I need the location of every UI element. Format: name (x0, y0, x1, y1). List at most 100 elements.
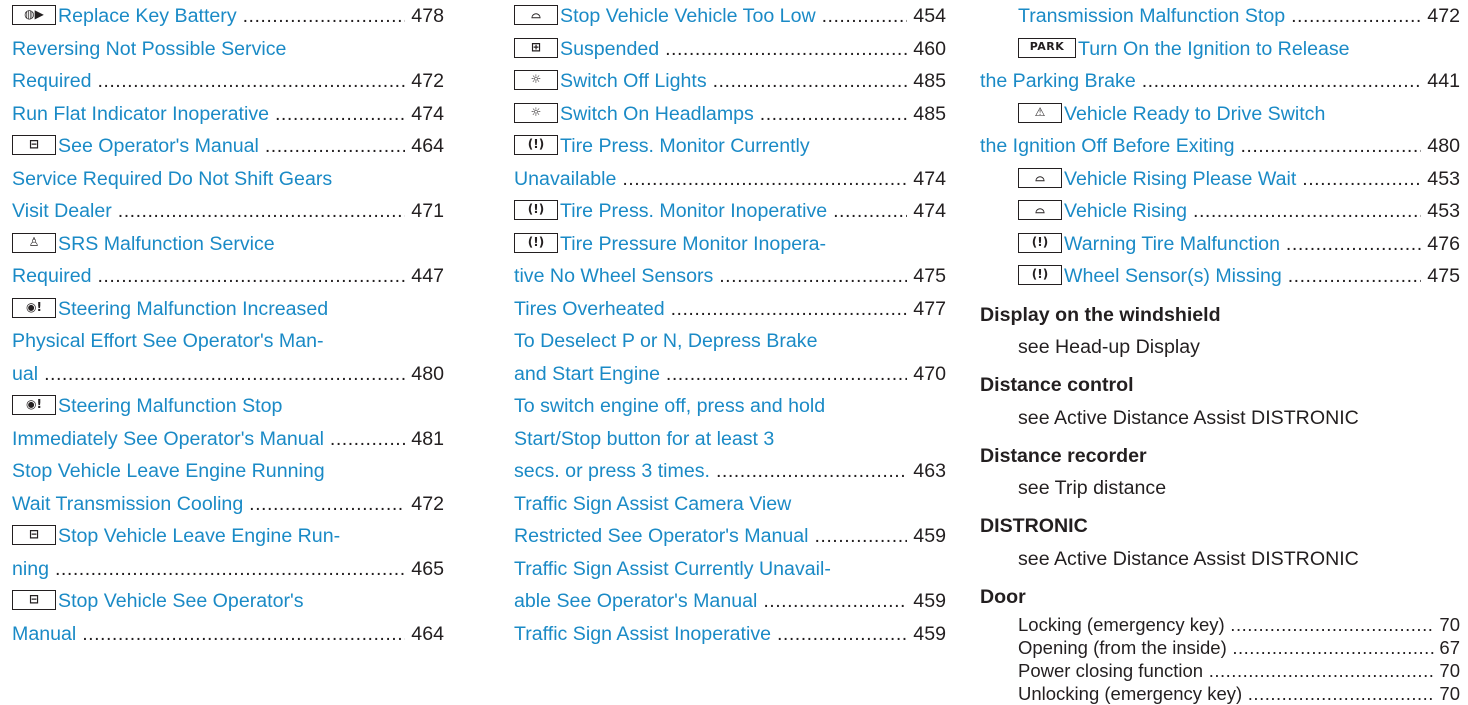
vehicle-level-icon: ⌓ (1018, 200, 1062, 220)
index-link[interactable]: Traffic Sign Assist Currently Unavail- (514, 558, 831, 580)
index-link[interactable]: Stop Vehicle See Operator's (58, 590, 304, 612)
index-link[interactable]: Traffic Sign Assist Inoperative (514, 623, 946, 645)
index-line: ual480 (12, 358, 444, 391)
page-number: 474 (907, 195, 946, 228)
index-link[interactable]: To Deselect P or N, Depress Brake (514, 330, 817, 352)
page-number: 464 (405, 130, 444, 163)
index-line: ◍▶Replace Key Battery478 (12, 0, 444, 33)
page-number: 453 (1421, 195, 1460, 228)
index-line: (!)Wheel Sensor(s) Missing475 (980, 260, 1460, 293)
index-line: Manual464 (12, 618, 444, 651)
index-link[interactable]: Wait Transmission Cooling (12, 493, 444, 515)
index-link[interactable]: Physical Effort See Operator's Man- (12, 330, 324, 352)
index-line: tive No Wheel Sensors475 (514, 260, 946, 293)
index-link[interactable]: Manual (12, 623, 444, 645)
subentry-text: Power closing function (1018, 660, 1460, 681)
index-link[interactable]: SRS Malfunction Service (58, 233, 275, 255)
door-subentry[interactable]: Locking (emergency key)70 (980, 613, 1460, 636)
index-link[interactable]: Warning Tire Malfunction (1064, 233, 1460, 255)
page-number: 485 (907, 65, 946, 98)
tire-pressure-icon: (!) (514, 233, 558, 253)
index-link[interactable]: Required (12, 265, 444, 287)
tire-pressure-icon: (!) (1018, 233, 1062, 253)
index-link[interactable]: Unavailable (514, 168, 946, 190)
index-line: Traffic Sign Assist Camera View (514, 488, 946, 521)
index-link[interactable]: Replace Key Battery (58, 5, 444, 27)
page-number: 471 (405, 195, 444, 228)
battery-icon: ⊟ (12, 590, 56, 610)
see-reference[interactable]: see Head-up Display (980, 331, 1460, 363)
index-line: ⌓Vehicle Rising Please Wait453 (980, 163, 1460, 196)
index-link[interactable]: Restricted See Operator's Manual (514, 525, 946, 547)
page-number: 70 (1435, 659, 1460, 682)
door-subentry[interactable]: Power closing function70 (980, 659, 1460, 682)
index-link[interactable]: Steering Malfunction Increased (58, 298, 328, 320)
index-link[interactable]: able See Operator's Manual (514, 590, 946, 612)
index-link[interactable]: Vehicle Ready to Drive Switch (1064, 103, 1325, 125)
index-line: ⊟See Operator's Manual464 (12, 130, 444, 163)
index-link[interactable]: Switch On Headlamps (560, 103, 946, 125)
index-line: Wait Transmission Cooling472 (12, 488, 444, 521)
index-link[interactable]: Transmission Malfunction Stop (1018, 5, 1460, 27)
index-link[interactable]: Suspended (560, 38, 946, 60)
index-link[interactable]: Tire Press. Monitor Currently (560, 135, 810, 157)
index-link[interactable]: secs. or press 3 times. (514, 460, 946, 482)
index-link[interactable]: Run Flat Indicator Inoperative (12, 103, 444, 125)
index-link[interactable]: Stop Vehicle Leave Engine Run- (58, 525, 340, 547)
index-link[interactable]: Start/Stop button for at least 3 (514, 428, 774, 450)
light-icon: ☼ (514, 103, 558, 123)
see-reference[interactable]: see Active Distance Assist DISTRONIC (980, 543, 1460, 575)
index-line: Stop Vehicle Leave Engine Running (12, 455, 444, 488)
tire-pressure-icon: (!) (1018, 265, 1062, 285)
index-link[interactable]: Stop Vehicle Vehicle Too Low (560, 5, 946, 27)
index-line: Traffic Sign Assist Inoperative459 (514, 618, 946, 651)
index-link[interactable]: Wheel Sensor(s) Missing (1064, 265, 1460, 287)
page-number: 476 (1421, 228, 1460, 261)
index-link[interactable]: Vehicle Rising (1064, 200, 1460, 222)
index-link[interactable]: See Operator's Manual (58, 135, 444, 157)
index-link[interactable]: and Start Engine (514, 363, 946, 385)
index-link[interactable]: Tire Pressure Monitor Inopera- (560, 233, 826, 255)
page-number: 472 (405, 65, 444, 98)
door-subentry[interactable]: Unlocking (emergency key)70 (980, 682, 1460, 705)
index-link[interactable]: tive No Wheel Sensors (514, 265, 946, 287)
index-link[interactable]: To switch engine off, press and hold (514, 395, 825, 417)
page-number: 472 (405, 488, 444, 521)
index-line: (!)Tire Press. Monitor Currently (514, 130, 946, 163)
index-link[interactable]: Steering Malfunction Stop (58, 395, 282, 417)
page-number: 454 (907, 0, 946, 33)
page-number: 474 (405, 98, 444, 131)
index-link[interactable]: ning (12, 558, 444, 580)
index-link[interactable]: Reversing Not Possible Service (12, 38, 286, 60)
index-link[interactable]: Turn On the Ignition to Release (1078, 38, 1350, 60)
index-link[interactable]: Visit Dealer (12, 200, 444, 222)
index-column-3: Transmission Malfunction Stop472PARKTurn… (980, 0, 1460, 705)
see-reference[interactable]: see Active Distance Assist DISTRONIC (980, 402, 1460, 434)
index-line: Transmission Malfunction Stop472 (980, 0, 1460, 33)
index-link[interactable]: Immediately See Operator's Manual (12, 428, 444, 450)
index-link[interactable]: the Parking Brake (980, 70, 1460, 92)
index-link[interactable]: the Ignition Off Before Exiting (980, 135, 1460, 157)
index-link[interactable]: Vehicle Rising Please Wait (1064, 168, 1460, 190)
index-line: Traffic Sign Assist Currently Unavail- (514, 553, 946, 586)
index-link[interactable]: Tire Press. Monitor Inoperative (560, 200, 946, 222)
steering-warning-icon: ◉! (12, 395, 56, 415)
index-line: ning465 (12, 553, 444, 586)
page-number: 480 (1421, 130, 1460, 163)
index-link[interactable]: Stop Vehicle Leave Engine Running (12, 460, 325, 482)
index-link[interactable]: ual (12, 363, 444, 385)
index-line: Restricted See Operator's Manual459 (514, 520, 946, 553)
display-message-list: Transmission Malfunction Stop472PARKTurn… (980, 0, 1460, 293)
index-link[interactable]: Required (12, 70, 444, 92)
index-link[interactable]: Service Required Do Not Shift Gears (12, 168, 332, 190)
index-link[interactable]: Traffic Sign Assist Camera View (514, 493, 791, 515)
page-number: 464 (405, 618, 444, 651)
subentry-text: Opening (from the inside) (1018, 637, 1460, 658)
page-number: 470 (907, 358, 946, 391)
page-number: 480 (405, 358, 444, 391)
index-link[interactable]: Switch Off Lights (560, 70, 946, 92)
index-link[interactable]: Tires Overheated (514, 298, 946, 320)
index-line: Required472 (12, 65, 444, 98)
see-reference[interactable]: see Trip distance (980, 472, 1460, 504)
page-number: 463 (907, 455, 946, 488)
